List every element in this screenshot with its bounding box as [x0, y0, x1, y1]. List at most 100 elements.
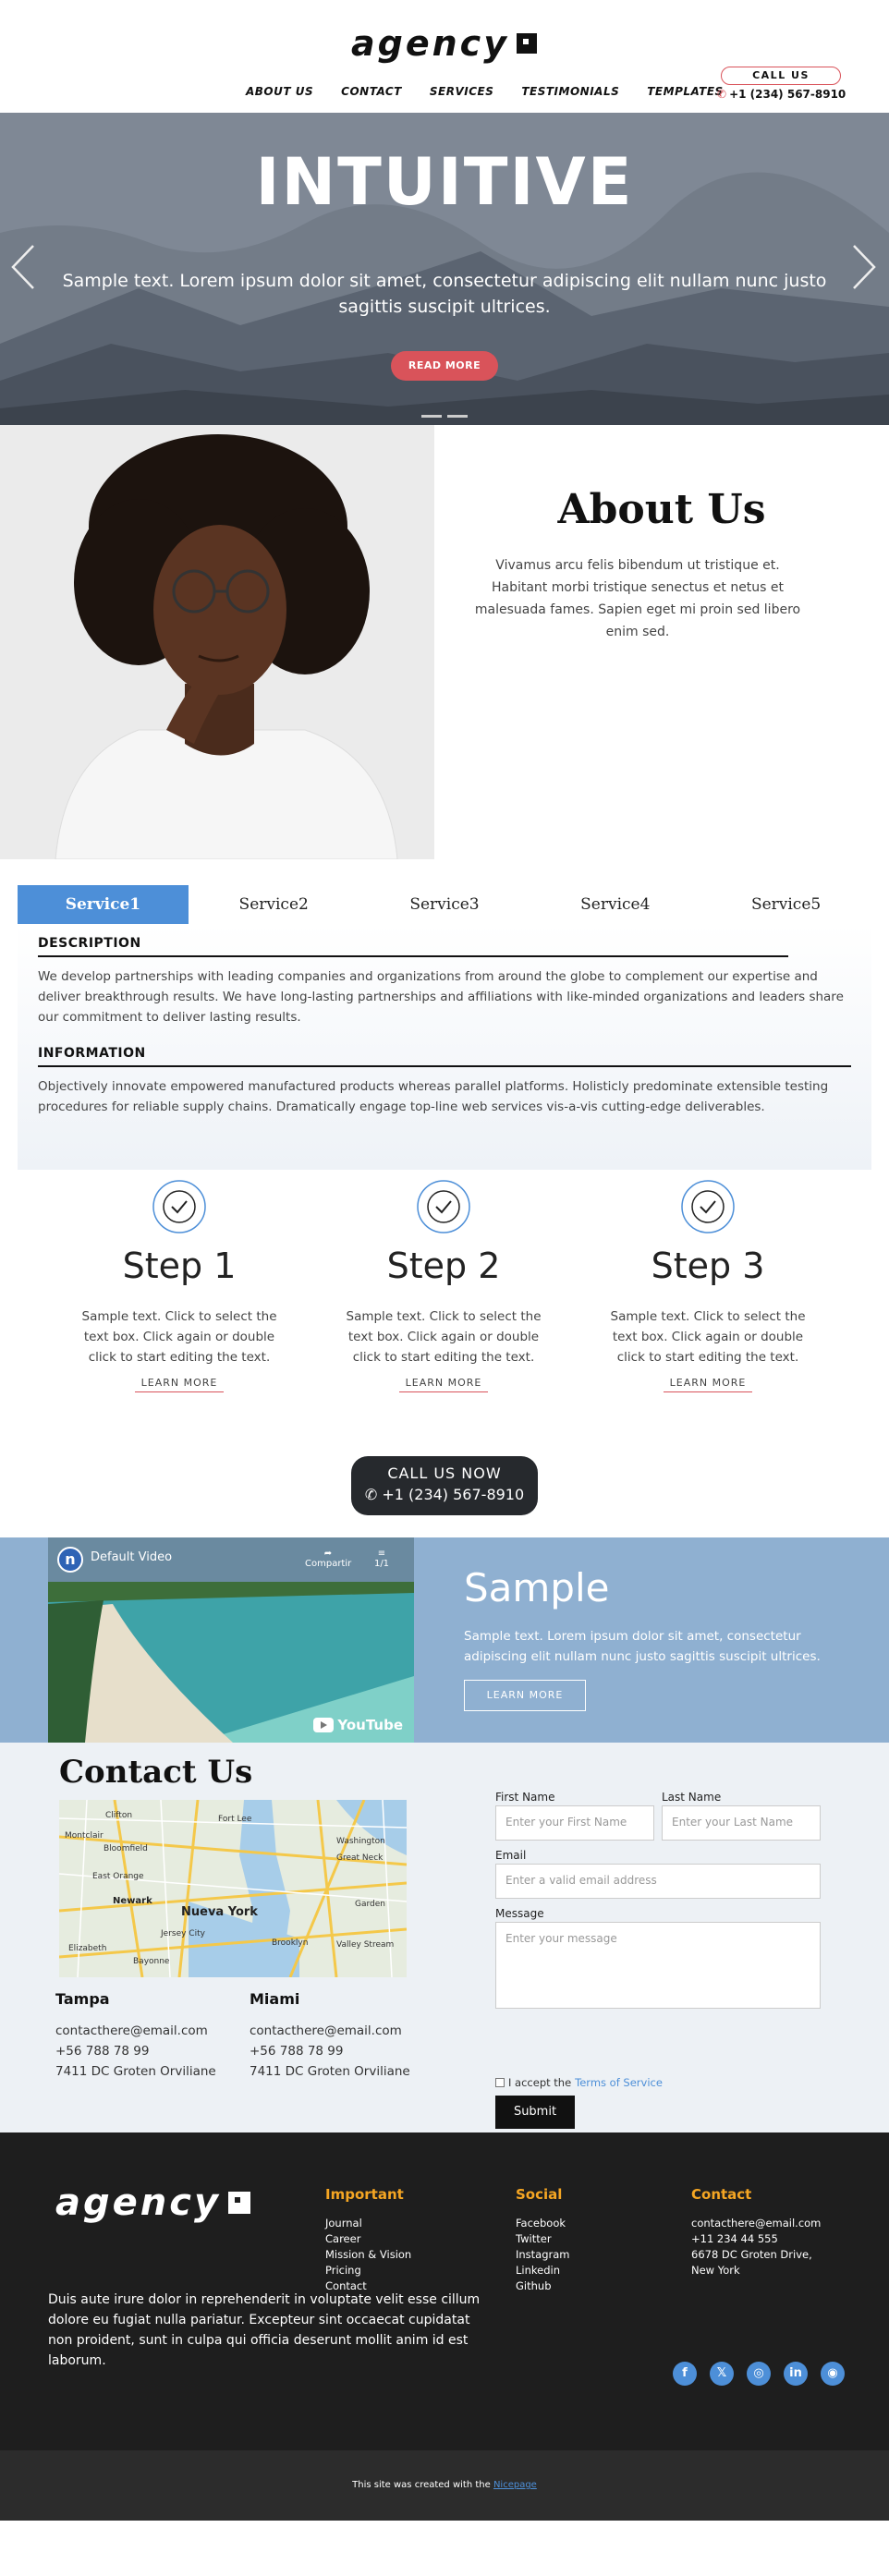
first-name-label: First Name [495, 1791, 555, 1804]
github-icon[interactable]: ◉ [821, 2362, 845, 2386]
description-divider [38, 955, 788, 957]
hero-text: Sample text. Lorem ipsum dolor sit amet,… [62, 271, 827, 317]
map-place-montclair: Montclair [65, 1831, 104, 1841]
check-circle-icon [152, 1180, 206, 1233]
nav-contact[interactable]: CONTACT [341, 85, 402, 98]
phone-icon: ✆ [364, 1486, 383, 1503]
step-1-title: Step 1 [122, 1245, 237, 1286]
terms-checkbox-row: I accept the Terms of Service [495, 2076, 663, 2089]
map-embed[interactable]: Clifton Fort Lee Montclair Bloomfield Wa… [59, 1800, 407, 1977]
share-label: Compartir [305, 1559, 352, 1569]
office-tampa-address: 7411 DC Groten Orviliane [55, 2064, 216, 2079]
submit-button[interactable]: Submit [495, 2096, 575, 2129]
read-more-button[interactable]: READ MORE [391, 351, 498, 381]
office-tampa-email[interactable]: contacthere@email.com [55, 2021, 240, 2041]
office-miami-title: Miami [250, 1990, 300, 2008]
footer-important-title: Important [325, 2186, 404, 2203]
footer-link-mission[interactable]: Mission & Vision [325, 2247, 411, 2263]
terms-checkbox[interactable] [495, 2078, 505, 2087]
step-1-learn-more[interactable]: LEARN MORE [135, 1377, 224, 1392]
footer-link-github[interactable]: Github [516, 2278, 570, 2294]
footer-contact-address-1: 6678 DC Groten Drive, [691, 2248, 812, 2261]
map-place-bloomfield: Bloomfield [104, 1844, 148, 1853]
youtube-logo[interactable]: YouTube [313, 1717, 403, 1733]
step-3-learn-more[interactable]: LEARN MORE [664, 1377, 752, 1392]
map-image [59, 1800, 407, 1977]
office-tampa-title: Tampa [55, 1990, 110, 2008]
footer-contact-email[interactable]: contacthere@email.com [691, 2216, 821, 2231]
twitter-x-icon[interactable]: 𝕏 [710, 2362, 734, 2386]
step-1-text: Sample text. Click to select the text bo… [81, 1309, 277, 1365]
share-button[interactable]: ➦ Compartir [305, 1549, 351, 1569]
step-2-text: Sample text. Click to select the text bo… [346, 1309, 542, 1365]
logo-text: agency [351, 23, 509, 64]
terms-link[interactable]: Terms of Service [575, 2076, 663, 2089]
call-us-button[interactable]: CALL US [721, 67, 841, 85]
first-name-input[interactable]: Enter your First Name [495, 1805, 654, 1841]
map-place-jersey-city: Jersey City [161, 1929, 205, 1938]
footer-link-pricing[interactable]: Pricing [325, 2263, 411, 2278]
step-2-title: Step 2 [386, 1245, 501, 1286]
email-input[interactable]: Enter a valid email address [495, 1864, 821, 1899]
tab-service4[interactable]: Service4 [530, 885, 700, 924]
information-text: Objectively innovate empowered manufactu… [38, 1079, 829, 1114]
information-heading: INFORMATION [38, 1046, 146, 1061]
step-3-title: Step 3 [651, 1245, 765, 1286]
tab-service2[interactable]: Service2 [189, 885, 359, 924]
footer-link-linkedin[interactable]: Linkedin [516, 2263, 570, 2278]
chevron-right-icon[interactable] [850, 242, 878, 292]
chevron-left-icon[interactable] [9, 242, 37, 292]
nicepage-link[interactable]: Nicepage [493, 2480, 537, 2490]
message-textarea[interactable]: Enter your message [495, 1922, 821, 2009]
contact-section: Contact Us Clifton Fort Lee Montclair Bl… [0, 1743, 889, 2132]
header-phone[interactable]: ✆ +1 (234) 567-8910 [717, 88, 846, 101]
youtube-video-player[interactable]: n Default Video ➦ Compartir ≡ 1/1 YouTube [48, 1537, 414, 1743]
channel-avatar[interactable]: n [57, 1547, 83, 1573]
description-text: We develop partnerships with leading com… [38, 969, 844, 1025]
tab-service5[interactable]: Service5 [700, 885, 871, 924]
slider-dot-1[interactable] [421, 415, 442, 418]
logo[interactable]: agency [351, 26, 537, 61]
last-name-input[interactable]: Enter your Last Name [662, 1805, 821, 1841]
nav-services[interactable]: SERVICES [430, 85, 493, 98]
footer-bottom-bar: This site was created with the Nicepage [0, 2450, 889, 2521]
youtube-label: YouTube [337, 1717, 403, 1733]
sample-text: Sample text. Lorem ipsum dolor sit amet,… [464, 1629, 821, 1664]
about-title: About Us [557, 486, 766, 533]
tab-service1[interactable]: Service1 [18, 885, 189, 924]
playlist-button[interactable]: ≡ 1/1 [368, 1549, 396, 1569]
nav-templates[interactable]: TEMPLATES [647, 85, 723, 98]
footer-link-journal[interactable]: Journal [325, 2216, 411, 2231]
services-tabs: Service1 Service2 Service3 Service4 Serv… [0, 859, 889, 1179]
footer-logo[interactable]: agency [55, 2184, 251, 2221]
tab-bar: Service1 Service2 Service3 Service4 Serv… [18, 885, 871, 924]
slider-indicators [421, 415, 468, 418]
linkedin-icon[interactable]: in [784, 2362, 808, 2386]
contact-title: Contact Us [59, 1754, 253, 1791]
office-miami-address: 7411 DC Groten Orviliane [250, 2064, 410, 2079]
footer-social-title: Social [516, 2186, 563, 2203]
call-us-now-label: CALL US NOW [387, 1464, 502, 1482]
check-circle-icon [417, 1180, 470, 1233]
sample-learn-more-button[interactable]: LEARN MORE [464, 1680, 586, 1711]
footer-link-career[interactable]: Career [325, 2231, 411, 2247]
facebook-icon[interactable]: f [673, 2362, 697, 2386]
instagram-icon[interactable]: ◎ [747, 2362, 771, 2386]
message-label: Message [495, 1907, 544, 1920]
footer-link-facebook[interactable]: Facebook [516, 2216, 570, 2231]
call-us-now-number: +1 (234) 567-8910 [382, 1486, 525, 1503]
nav-about-us[interactable]: ABOUT US [246, 85, 313, 98]
call-us-now-button[interactable]: CALL US NOW ✆ +1 (234) 567-8910 [351, 1456, 538, 1515]
slider-dot-2[interactable] [447, 415, 468, 418]
video-title[interactable]: Default Video [91, 1550, 172, 1564]
nav-testimonials[interactable]: TESTIMONIALS [521, 85, 619, 98]
site-header: agency ABOUT US CONTACT SERVICES TESTIMO… [0, 0, 889, 113]
logo-mark [516, 33, 537, 54]
footer-link-twitter[interactable]: Twitter [516, 2231, 570, 2247]
footer-link-instagram[interactable]: Instagram [516, 2247, 570, 2263]
step-2-learn-more[interactable]: LEARN MORE [399, 1377, 488, 1392]
tab-service3[interactable]: Service3 [359, 885, 530, 924]
call-us-now-phone: ✆ +1 (234) 567-8910 [351, 1486, 538, 1503]
footer-contact-phone: +11 234 44 555 [691, 2232, 778, 2245]
office-miami-email[interactable]: contacthere@email.com [250, 2021, 434, 2041]
